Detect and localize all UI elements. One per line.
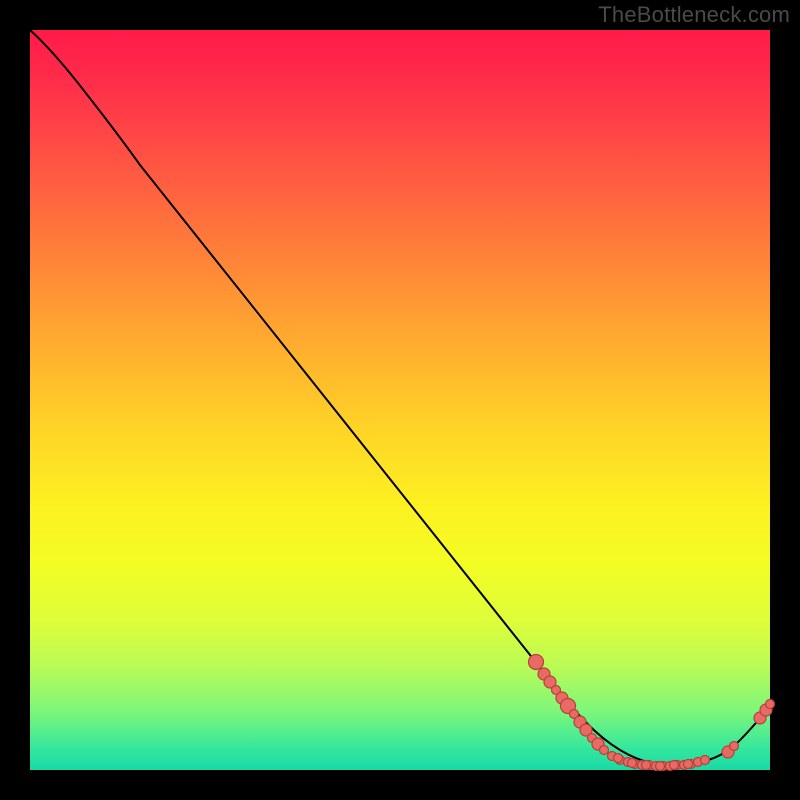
watermark-text: TheBottleneck.com bbox=[598, 2, 790, 28]
chart-frame: TheBottleneck.com bbox=[0, 0, 800, 800]
scatter-descending bbox=[529, 655, 609, 755]
scatter-valley bbox=[608, 752, 710, 771]
chart-plot-area bbox=[30, 30, 770, 770]
chart-overlay bbox=[30, 30, 770, 770]
bottleneck-curve bbox=[30, 30, 770, 765]
scatter-ascending bbox=[722, 700, 775, 759]
